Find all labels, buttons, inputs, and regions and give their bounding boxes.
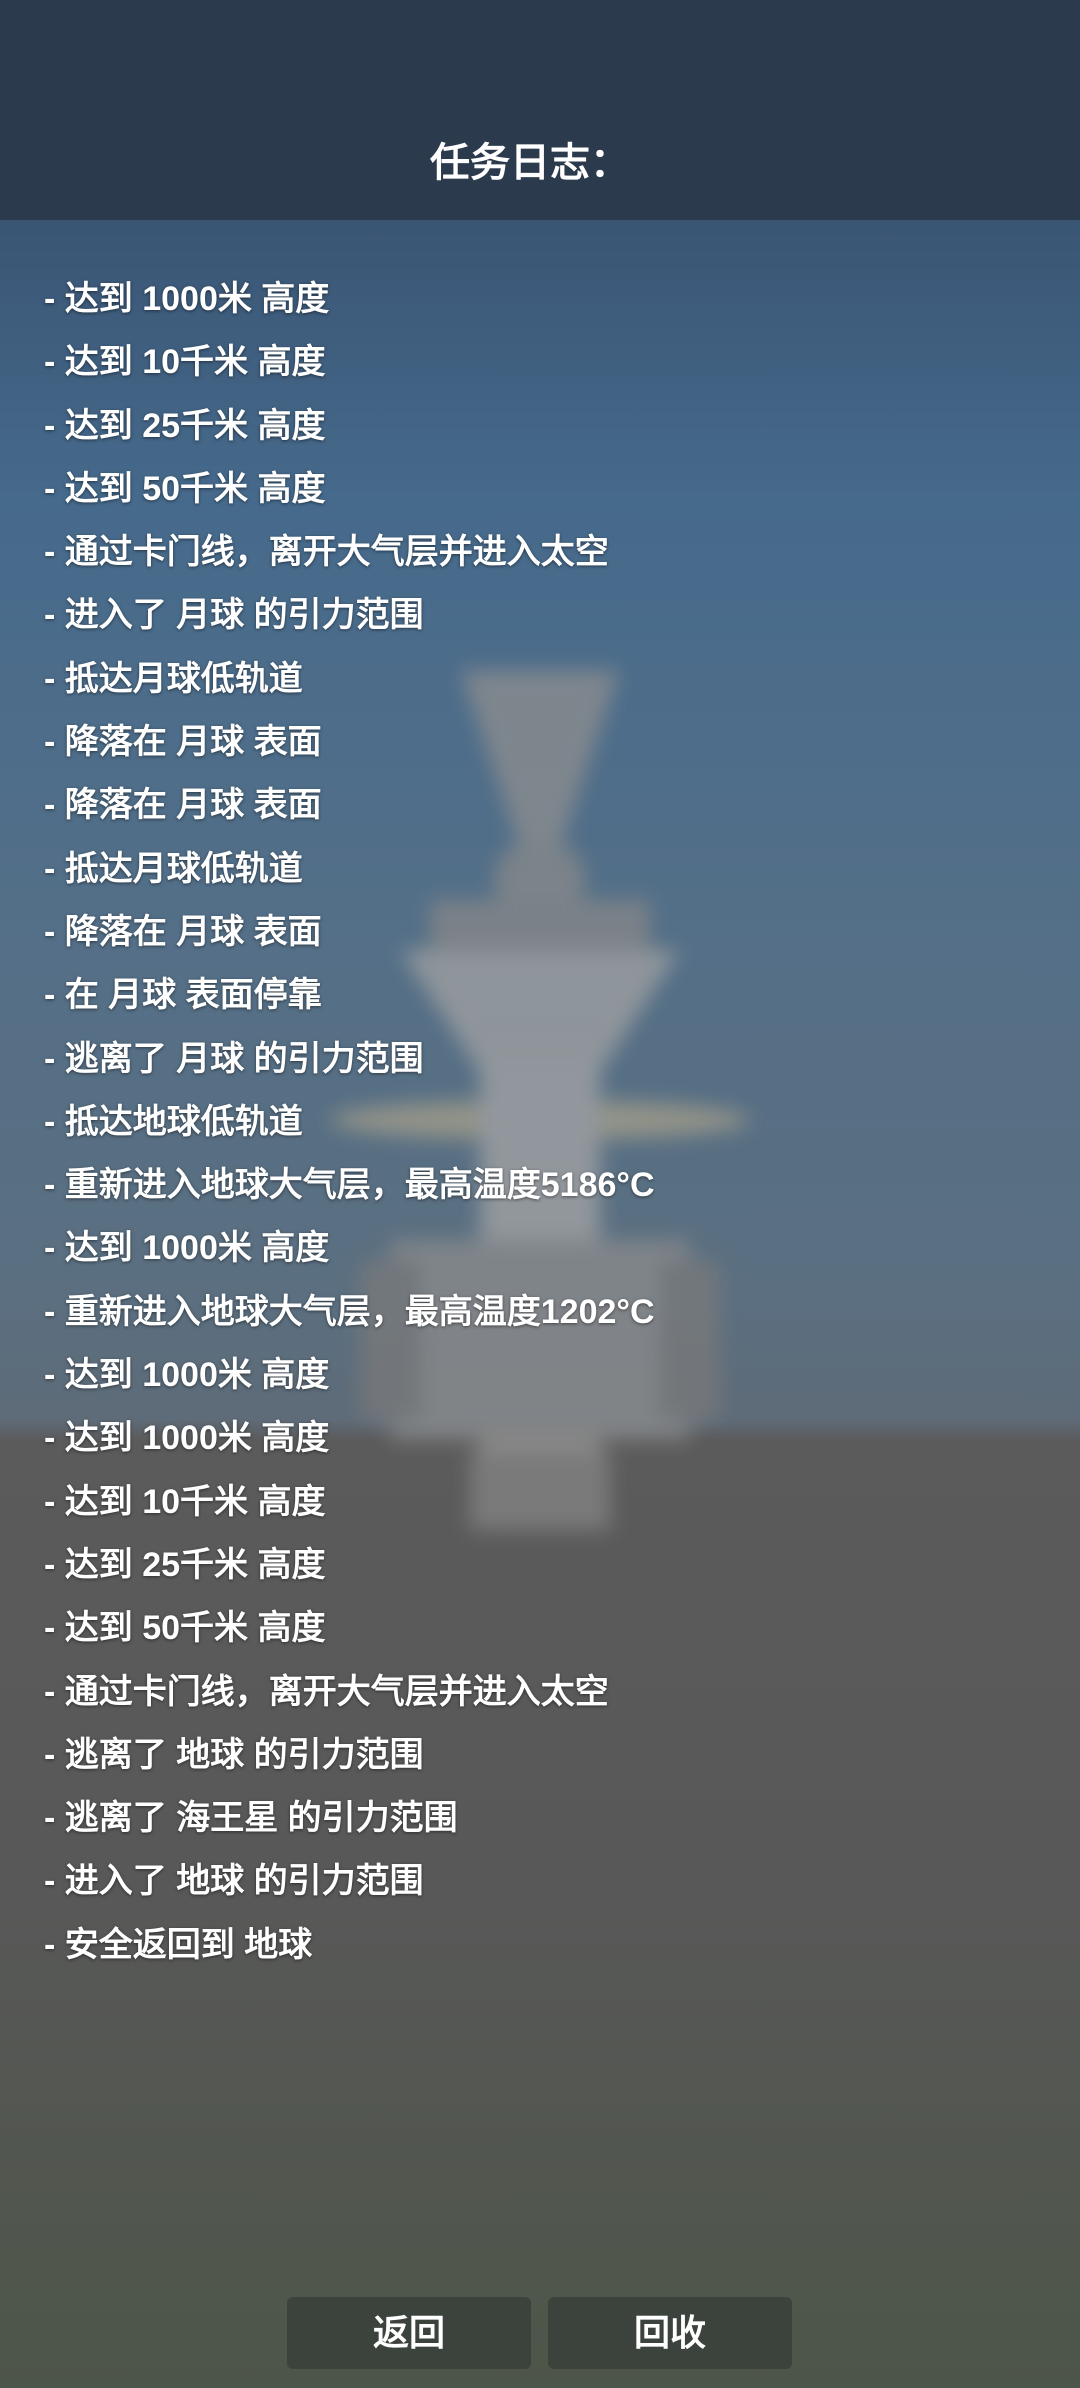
list-item: - 达到 1000米 高度	[44, 1356, 330, 1395]
list-item: - 进入了 月球 的引力范围	[44, 596, 424, 635]
list-item: - 逃离了 海王星 的引力范围	[44, 1799, 458, 1838]
list-item: - 逃离了 月球 的引力范围	[44, 1039, 424, 1078]
list-item: - 通过卡门线，离开大气层并进入太空	[44, 1672, 609, 1711]
list-item: - 抵达地球低轨道	[44, 1102, 303, 1141]
list-item: - 达到 1000米 高度	[44, 1229, 330, 1268]
list-item: - 安全返回到 地球	[44, 1925, 313, 1964]
list-item: - 降落在 月球 表面	[44, 912, 322, 951]
list-item: - 达到 50千米 高度	[44, 469, 326, 508]
back-button[interactable]: 返回	[287, 2297, 531, 2369]
list-item: - 达到 25千米 高度	[44, 406, 326, 445]
mission-log-list: - 达到 1000米 高度 - 达到 10千米 高度 - 达到 25千米 高度 …	[44, 272, 655, 1981]
list-item: - 抵达月球低轨道	[44, 849, 303, 888]
page-title: 任务日志：	[430, 141, 630, 185]
list-item: - 重新进入地球大气层，最高温度5186°C	[44, 1166, 655, 1205]
list-item: - 降落在 月球 表面	[44, 786, 322, 825]
list-item: - 进入了 地球 的引力范围	[44, 1862, 424, 1901]
list-item: - 达到 50千米 高度	[44, 1609, 326, 1648]
list-item: - 逃离了 地球 的引力范围	[44, 1735, 424, 1774]
list-item: - 重新进入地球大气层，最高温度1202°C	[44, 1292, 655, 1331]
list-item: - 达到 25千米 高度	[44, 1545, 326, 1584]
list-item: - 通过卡门线，离开大气层并进入太空	[44, 533, 609, 572]
list-item: - 达到 10千米 高度	[44, 343, 326, 382]
recover-button[interactable]: 回收	[548, 2297, 792, 2369]
list-item: - 降落在 月球 表面	[44, 723, 322, 762]
list-item: - 达到 10千米 高度	[44, 1482, 326, 1521]
list-item: - 达到 1000米 高度	[44, 280, 330, 318]
list-item: - 在 月球 表面停靠	[44, 976, 322, 1015]
list-item: - 抵达月球低轨道	[44, 659, 303, 698]
list-item: - 达到 1000米 高度	[44, 1419, 330, 1458]
